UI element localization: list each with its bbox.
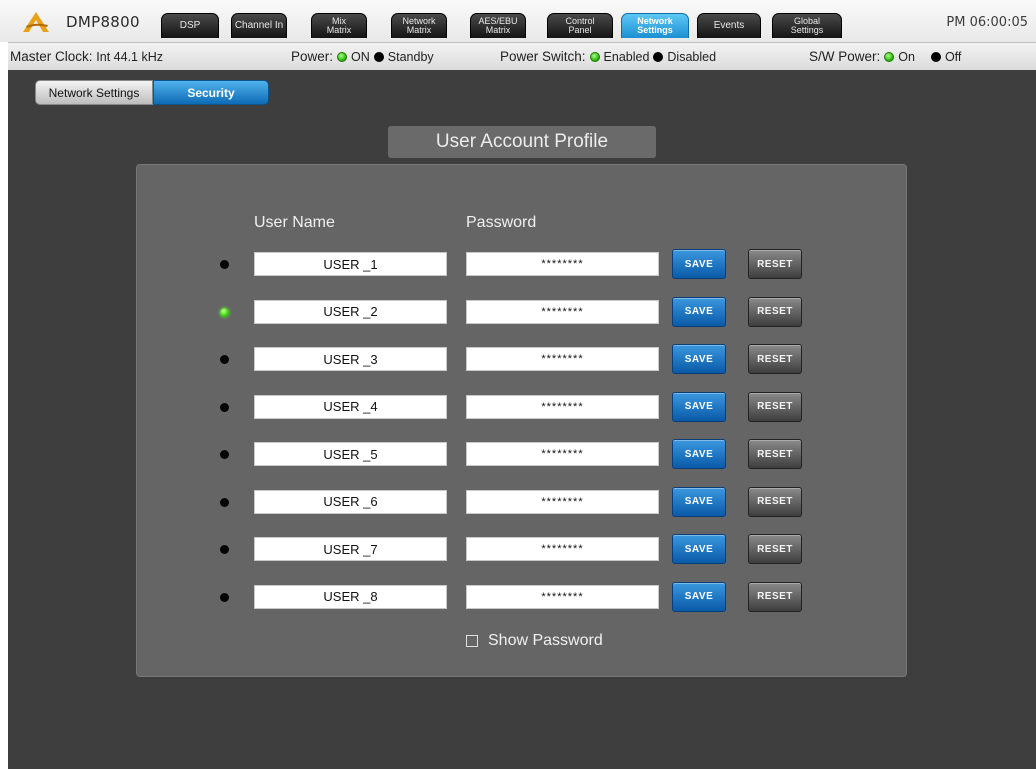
subtab-security[interactable]: Security	[153, 80, 269, 105]
master-clock-label: Master Clock:	[10, 49, 93, 64]
sw-power-off-indicator-icon[interactable]	[930, 51, 941, 62]
password-field[interactable]: ********	[466, 442, 659, 466]
sw-power-label: S/W Power:	[809, 49, 881, 64]
username-field[interactable]: USER _1	[254, 252, 447, 276]
password-field[interactable]: ********	[466, 489, 659, 514]
tab-aes-ebu-matrix[interactable]: AES/EBU Matrix	[470, 13, 526, 38]
save-button[interactable]: SAVE	[672, 344, 726, 374]
password-field[interactable]: ********	[466, 347, 659, 371]
subtab-network-settings[interactable]: Network Settings	[35, 80, 153, 105]
save-button[interactable]: SAVE	[672, 439, 726, 469]
user-row: USER _2 ******** SAVE RESET	[137, 296, 908, 327]
user-status-led-icon	[220, 260, 229, 269]
sw-power-on-indicator-icon[interactable]	[884, 51, 895, 62]
master-clock-status: Master Clock: Int 44.1 kHz	[10, 49, 163, 64]
power-standby-label: Standby	[387, 49, 434, 64]
password-column-header: Password	[466, 214, 537, 231]
power-on-indicator-icon[interactable]	[337, 51, 348, 62]
username-field[interactable]: USER _4	[254, 394, 447, 419]
reset-button[interactable]: RESET	[748, 296, 802, 327]
user-row: USER _8 ******** SAVE RESET	[137, 581, 908, 612]
username-field[interactable]: USER _7	[254, 537, 447, 561]
user-row: USER _5 ******** SAVE RESET	[137, 439, 908, 469]
user-status-led-icon	[220, 592, 229, 602]
save-button[interactable]: SAVE	[672, 249, 726, 279]
clock-display: PM 06:00:05	[946, 15, 1028, 30]
user-status-led-icon	[220, 450, 229, 459]
user-status-led-icon	[220, 402, 229, 412]
tab-events[interactable]: Events	[697, 13, 761, 38]
power-status: Power: ON Standby	[291, 49, 434, 64]
power-standby-indicator-icon[interactable]	[373, 51, 384, 62]
user-row: USER _4 ******** SAVE RESET	[137, 391, 908, 422]
tab-dsp[interactable]: DSP	[161, 13, 219, 38]
show-password-label: Show Password	[488, 632, 603, 649]
tab-channel-in[interactable]: Channel In	[231, 13, 287, 38]
power-switch-enabled-indicator-icon[interactable]	[589, 51, 600, 62]
user-account-panel: User Name Password USER _1 ******** SAVE RE…	[136, 164, 907, 677]
reset-button[interactable]: RESET	[748, 439, 802, 469]
user-status-led-icon	[220, 355, 229, 364]
user-status-led-icon	[220, 497, 229, 507]
username-field[interactable]: USER _5	[254, 442, 447, 466]
sw-power-on-label: On	[898, 49, 915, 64]
status-bar: Master Clock: Int 44.1 kHz Power: ON Sta…	[8, 42, 1036, 70]
password-field[interactable]: ********	[466, 299, 659, 324]
user-row: USER _7 ******** SAVE RESET	[137, 534, 908, 564]
brand-logo-icon	[23, 12, 49, 32]
tab-mix-matrix[interactable]: Mix Matrix	[311, 13, 367, 38]
power-switch-enabled-label: Enabled	[603, 49, 650, 64]
username-column-header: User Name	[254, 214, 335, 231]
password-field[interactable]: ********	[466, 252, 659, 276]
master-clock-value: Int 44.1 kHz	[96, 49, 163, 64]
username-field[interactable]: USER _2	[254, 299, 447, 324]
sw-power-off-label: Off	[944, 49, 962, 64]
tab-control-panel[interactable]: Control Panel	[547, 13, 613, 38]
reset-button[interactable]: RESET	[748, 581, 802, 612]
user-row: USER _3 ******** SAVE RESET	[137, 344, 908, 374]
user-status-led-icon	[220, 307, 229, 317]
show-password-checkbox[interactable]	[466, 635, 478, 647]
tab-network-matrix[interactable]: Network Matrix	[391, 13, 447, 38]
save-button[interactable]: SAVE	[672, 486, 726, 517]
power-switch-disabled-indicator-icon[interactable]	[653, 51, 664, 62]
sw-power-status: S/W Power: On Off	[809, 49, 961, 64]
save-button[interactable]: SAVE	[672, 581, 726, 612]
save-button[interactable]: SAVE	[672, 296, 726, 327]
tab-global-settings[interactable]: Global Settings	[772, 13, 842, 38]
tab-network-settings[interactable]: Network Settings	[621, 13, 689, 38]
app-brand-name: DMP8800	[66, 13, 140, 31]
save-button[interactable]: SAVE	[672, 391, 726, 422]
user-status-led-icon	[220, 545, 229, 554]
power-switch-status: Power Switch: Enabled Disabled	[500, 49, 716, 64]
password-field[interactable]: ********	[466, 584, 659, 609]
username-field[interactable]: USER _6	[254, 489, 447, 514]
username-field[interactable]: USER _8	[254, 584, 447, 609]
show-password-toggle[interactable]: Show Password	[466, 632, 603, 650]
power-on-label: ON	[351, 49, 370, 64]
reset-button[interactable]: RESET	[748, 534, 802, 564]
subtab-bar: Network Settings Security	[35, 80, 269, 105]
reset-button[interactable]: RESET	[748, 391, 802, 422]
user-account-profile-title: User Account Profile	[388, 126, 656, 158]
save-button[interactable]: SAVE	[672, 534, 726, 564]
reset-button[interactable]: RESET	[748, 486, 802, 517]
reset-button[interactable]: RESET	[748, 249, 802, 279]
main-content: Network Settings Security User Account P…	[8, 70, 1036, 769]
power-label: Power:	[291, 49, 334, 64]
user-row: USER _1 ******** SAVE RESET	[137, 249, 908, 279]
power-switch-disabled-label: Disabled	[667, 49, 717, 64]
password-field[interactable]: ********	[466, 394, 659, 419]
user-row: USER _6 ******** SAVE RESET	[137, 486, 908, 517]
username-field[interactable]: USER _3	[254, 347, 447, 371]
password-field[interactable]: ********	[466, 537, 659, 561]
power-switch-label: Power Switch:	[500, 49, 586, 64]
top-nav-bar: DMP8800 DSP Channel In Mix Matrix Networ…	[0, 0, 1036, 42]
reset-button[interactable]: RESET	[748, 344, 802, 374]
